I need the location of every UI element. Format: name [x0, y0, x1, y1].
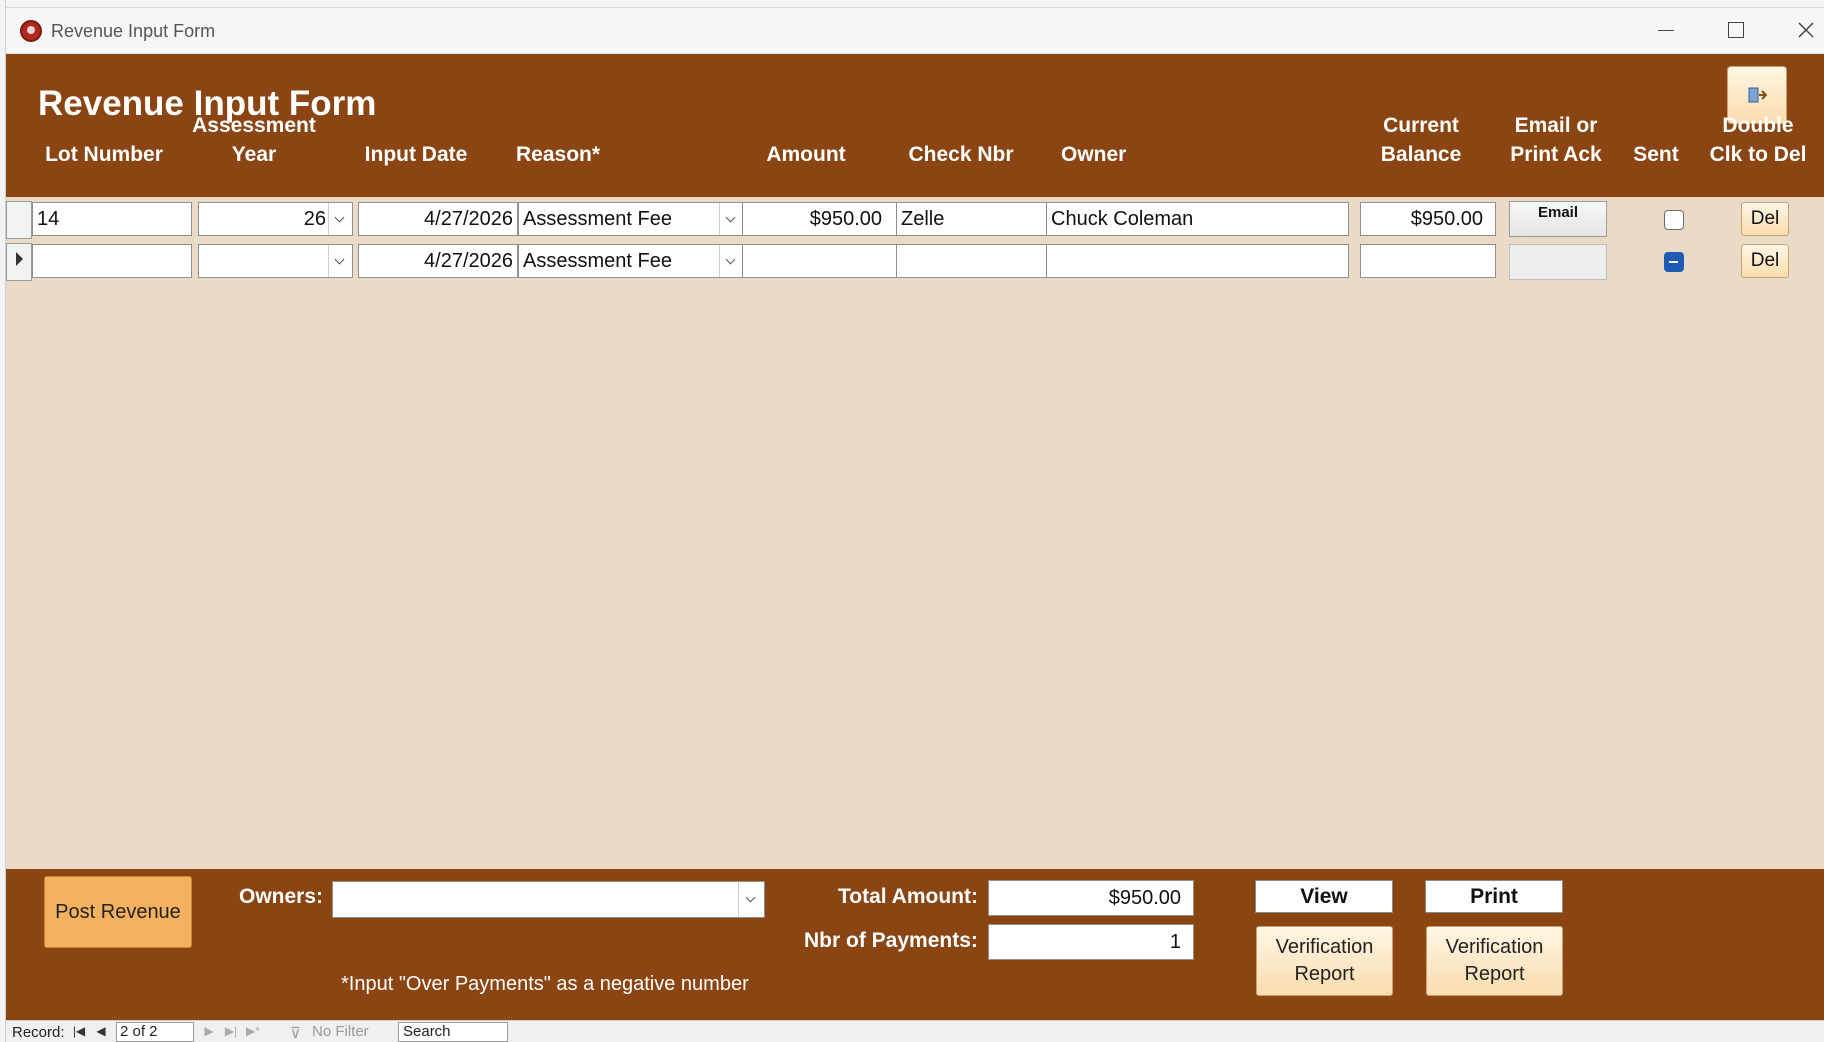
record-selector-current[interactable]	[6, 243, 32, 281]
view-button[interactable]: View	[1255, 880, 1393, 913]
owner-field[interactable]: Chuck Coleman	[1046, 202, 1349, 236]
last-record-icon[interactable]: ▶|	[224, 1025, 238, 1038]
owner-field[interactable]	[1046, 244, 1349, 278]
close-icon	[1798, 22, 1814, 38]
amount-field[interactable]: $950.00	[742, 202, 897, 236]
total-amount-field[interactable]: $950.00	[988, 880, 1194, 916]
lot-number-field[interactable]: 14	[32, 202, 192, 236]
next-record-icon[interactable]: ▶	[202, 1025, 216, 1038]
assessment-year-combo[interactable]: 26	[198, 202, 353, 236]
owners-label: Owners:	[239, 885, 324, 908]
print-verification-report-button[interactable]: Verification Report	[1426, 926, 1563, 996]
record-label: Record:	[12, 1024, 65, 1041]
sent-checkbox[interactable]	[1664, 252, 1684, 272]
col-header-lot-number: Lot Number	[45, 143, 163, 166]
nbr-payments-field[interactable]: 1	[988, 924, 1194, 960]
record-selector[interactable]	[6, 201, 32, 239]
col-header-current-balance: Current Balance	[1380, 114, 1462, 166]
form-footer: Post Revenue Owners: *Input "Over Paymen…	[6, 869, 1824, 1020]
input-date-field[interactable]: 4/27/2026	[358, 202, 518, 236]
previous-record-icon[interactable]: ◀	[94, 1025, 108, 1038]
total-amount-label: Total Amount:	[838, 885, 978, 908]
first-record-icon[interactable]: |◀	[72, 1025, 86, 1038]
chevron-down-icon[interactable]	[328, 245, 352, 277]
col-header-email-ack: Email or Print Ack	[1510, 114, 1602, 166]
col-header-reason: Reason*	[516, 143, 601, 166]
form-header: Revenue Input Form Lot Number Assessment…	[6, 54, 1824, 197]
background-app-strip	[0, 0, 1824, 8]
col-header-input-date: Input Date	[364, 143, 468, 166]
record-navigation-bar: Record: |◀ ◀ 2 of 2 ▶ ▶| ▶* ⊽ No Filter …	[6, 1020, 1824, 1042]
print-button[interactable]: Print	[1425, 880, 1563, 913]
no-filter-button[interactable]: No Filter	[312, 1023, 369, 1040]
col-header-double-clk: Double Clk to Del	[1709, 114, 1807, 166]
record-position-input[interactable]: 2 of 2	[116, 1022, 194, 1042]
maximize-button[interactable]	[1708, 10, 1764, 50]
close-button[interactable]	[1778, 10, 1824, 50]
check-nbr-field[interactable]: Zelle	[896, 202, 1048, 236]
exit-door-icon	[1748, 87, 1767, 103]
email-ack-button[interactable]	[1509, 244, 1607, 280]
current-balance-field[interactable]: $950.00	[1360, 202, 1496, 236]
window-title-bar: Revenue Input Form	[6, 8, 1824, 54]
col-header-assessment-year: Assessment Year	[192, 114, 316, 166]
chevron-down-icon[interactable]	[738, 882, 764, 917]
reason-combo[interactable]: Assessment Fee	[518, 202, 744, 236]
new-record-icon[interactable]: ▶*	[246, 1025, 260, 1038]
minimize-button[interactable]	[1638, 10, 1694, 50]
nbr-payments-label: Nbr of Payments:	[804, 929, 978, 952]
sent-checkbox[interactable]	[1664, 210, 1684, 230]
view-verification-report-button[interactable]: Verification Report	[1256, 926, 1393, 996]
col-header-check-nbr: Check Nbr	[908, 143, 1014, 166]
current-balance-field[interactable]	[1360, 244, 1496, 278]
owners-combo[interactable]	[332, 881, 765, 918]
detail-section: 14 26 4/27/2026 Assessment Fee $950.00 Z…	[6, 197, 1824, 869]
reason-combo[interactable]: Assessment Fee	[518, 244, 744, 278]
check-nbr-field[interactable]	[896, 244, 1048, 278]
chevron-down-icon[interactable]	[328, 203, 352, 235]
delete-row-button[interactable]: Del	[1741, 244, 1789, 278]
lot-number-field[interactable]	[32, 244, 192, 278]
assessment-year-combo[interactable]	[198, 244, 353, 278]
search-input[interactable]: Search	[398, 1022, 508, 1042]
col-header-owner: Owner	[1061, 143, 1127, 166]
chevron-down-icon[interactable]	[719, 203, 743, 235]
overpayment-note: *Input "Over Payments" as a negative num…	[341, 973, 749, 995]
window-title: Revenue Input Form	[51, 21, 216, 41]
delete-row-button[interactable]: Del	[1741, 202, 1789, 236]
col-header-sent: Sent	[1633, 143, 1679, 166]
post-revenue-button[interactable]: Post Revenue	[44, 876, 192, 948]
input-date-field[interactable]: 4/27/2026	[358, 244, 518, 278]
email-ack-button[interactable]: Email	[1509, 201, 1607, 237]
amount-field[interactable]	[742, 244, 897, 278]
app-icon	[20, 20, 42, 42]
col-header-amount: Amount	[766, 143, 846, 166]
filter-icon: ⊽	[290, 1025, 301, 1042]
chevron-down-icon[interactable]	[719, 245, 743, 277]
